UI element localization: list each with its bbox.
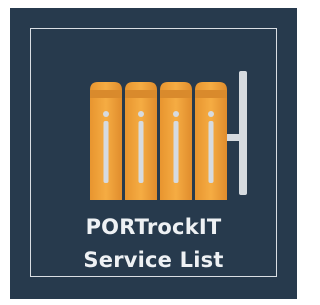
tile-title-line2: Service List: [83, 248, 224, 272]
connector-bar: [227, 134, 239, 141]
connector-post: [239, 71, 247, 195]
portrockit-service-list-tile[interactable]: PORTrockIT Service List: [10, 8, 297, 299]
server-blade-3: [160, 82, 192, 200]
server-blade-2: [125, 82, 157, 200]
server-blade-1: [90, 82, 122, 200]
server-blade-4: [195, 82, 227, 200]
tile-title-line1: PORTrockIT: [85, 215, 222, 239]
